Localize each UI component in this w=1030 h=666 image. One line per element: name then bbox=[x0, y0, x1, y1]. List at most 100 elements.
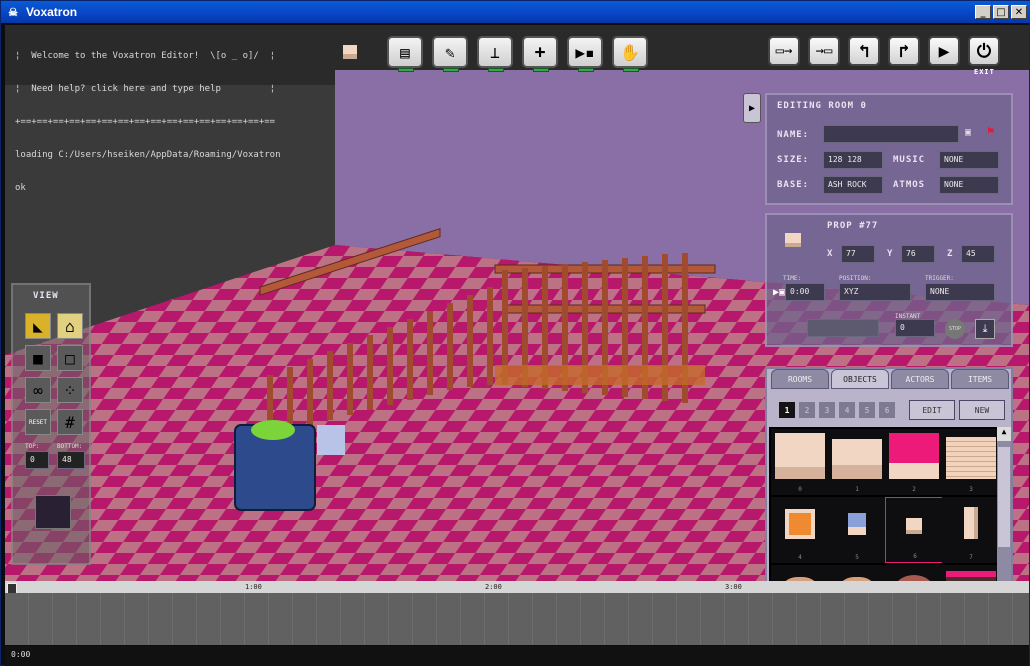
stop-button[interactable]: STOP bbox=[945, 319, 965, 339]
object-cell-selected[interactable]: 6 bbox=[885, 497, 943, 563]
reset-button[interactable]: RESET bbox=[25, 409, 51, 435]
x-field[interactable]: 77 bbox=[841, 245, 875, 263]
color-swatch[interactable] bbox=[343, 45, 357, 59]
pencil-tool-button[interactable]: ✎ bbox=[432, 36, 468, 72]
load-button[interactable]: →▭ bbox=[808, 36, 840, 66]
close-button[interactable]: ✕ bbox=[1011, 5, 1027, 19]
camera-tool-button[interactable]: ▶▪ bbox=[567, 36, 603, 72]
page-1-button[interactable]: 1 bbox=[779, 402, 795, 418]
room-name-field[interactable] bbox=[823, 125, 959, 143]
tab-rooms[interactable]: ROOMS bbox=[771, 369, 829, 389]
timeline-ruler[interactable]: 1:00 2:00 3:00 bbox=[5, 581, 1029, 593]
maximize-button[interactable]: □ bbox=[993, 5, 1009, 19]
page-4-button[interactable]: 4 bbox=[839, 402, 855, 418]
tool-indicator bbox=[623, 68, 639, 72]
layers-tool-button[interactable]: ▤ bbox=[387, 36, 423, 72]
room-panel-title: EDITING ROOM 0 bbox=[777, 101, 867, 111]
camera-icon: ▶▣ bbox=[773, 287, 786, 298]
download-button[interactable]: ⤓ bbox=[975, 319, 995, 339]
console-output[interactable]: ¦ Welcome to the Voxatron Editor! \[o _ … bbox=[15, 29, 281, 216]
object-cell[interactable]: 7 bbox=[942, 497, 997, 563]
exit-button[interactable]: ⏻ bbox=[968, 36, 1000, 66]
object-cell[interactable]: 9 bbox=[828, 565, 886, 581]
exit-label: EXIT bbox=[974, 68, 995, 76]
y-field[interactable]: 76 bbox=[901, 245, 935, 263]
console-line[interactable]: ¦ Need help? click here and type help ¦ bbox=[15, 84, 281, 95]
instant-field[interactable]: 0 bbox=[895, 319, 935, 337]
timeline-slot[interactable] bbox=[807, 319, 879, 337]
trigger-field[interactable]: NONE bbox=[925, 283, 995, 301]
undo-button[interactable]: ↰ bbox=[848, 36, 880, 66]
cube-wire-icon[interactable]: □ bbox=[57, 345, 83, 371]
3d-viewport[interactable]: ¦ Welcome to the Voxatron Editor! \[o _ … bbox=[5, 25, 1029, 581]
object-cell[interactable]: 11 bbox=[942, 565, 997, 581]
trigger-label: TRIGGER: bbox=[925, 275, 954, 282]
object-cell[interactable]: 5 bbox=[828, 497, 886, 563]
music-field[interactable]: NONE bbox=[939, 151, 999, 169]
position-field[interactable]: XYZ bbox=[839, 283, 911, 301]
tab-objects[interactable]: OBJECTS bbox=[831, 369, 889, 389]
view-preview[interactable] bbox=[35, 495, 71, 529]
timeline-track[interactable] bbox=[5, 593, 1029, 645]
object-cell[interactable]: 10 bbox=[885, 565, 943, 581]
tool-indicator bbox=[578, 68, 594, 72]
object-cell[interactable]: 4 bbox=[771, 497, 829, 563]
flag-icon[interactable]: ⚑ bbox=[987, 124, 994, 138]
hand-tool-button[interactable]: ✋ bbox=[612, 36, 648, 72]
object-id: 2 bbox=[912, 486, 916, 493]
camera-icon[interactable]: ▣ bbox=[965, 127, 971, 138]
object-cell[interactable]: 2 bbox=[885, 429, 943, 495]
scroll-thumb[interactable] bbox=[998, 447, 1010, 547]
room-panel: EDITING ROOM 0 NAME: ▣ ⚑ SIZE: 128 128 M… bbox=[765, 93, 1013, 205]
base-field[interactable]: ASH ROCK bbox=[823, 176, 883, 194]
edit-button[interactable]: EDIT bbox=[909, 400, 955, 420]
camera-icon: ▶▪ bbox=[575, 42, 595, 62]
tab-items[interactable]: ITEMS bbox=[951, 369, 1009, 389]
object-cell[interactable]: 1 bbox=[828, 429, 886, 495]
time-field[interactable]: 0:00 bbox=[785, 283, 825, 301]
play-button[interactable]: ▶ bbox=[928, 36, 960, 66]
status-time: 0:00 bbox=[11, 650, 31, 659]
object-scrollbar[interactable]: ▲ ▼ bbox=[997, 427, 1011, 581]
page-2-button[interactable]: 2 bbox=[799, 402, 815, 418]
grid-icon[interactable]: # bbox=[57, 409, 83, 435]
page-5-button[interactable]: 5 bbox=[859, 402, 875, 418]
scroll-up-button[interactable]: ▲ bbox=[997, 427, 1011, 441]
timeline[interactable]: 1:00 2:00 3:00 bbox=[5, 581, 1029, 645]
tab-actors[interactable]: ACTORS bbox=[891, 369, 949, 389]
cube-solid-icon[interactable]: ■ bbox=[25, 345, 51, 371]
object-swatch bbox=[889, 433, 939, 479]
top-label: TOP: bbox=[25, 443, 40, 450]
new-button[interactable]: NEW bbox=[959, 400, 1005, 420]
add-tool-button[interactable]: + bbox=[522, 36, 558, 72]
stamp-icon: ⊥ bbox=[490, 42, 500, 62]
object-cell[interactable]: 0 bbox=[771, 429, 829, 495]
grid-dots-icon[interactable]: ⁘ bbox=[57, 377, 83, 403]
page-3-button[interactable]: 3 bbox=[819, 402, 835, 418]
camera-perspective-icon[interactable]: ◣ bbox=[25, 313, 51, 339]
object-grid: 0 1 2 3 4 5 6 7 8 9 10 11 bbox=[769, 427, 997, 581]
tool-indicator bbox=[533, 68, 549, 72]
tool-indicator bbox=[443, 68, 459, 72]
stamp-tool-button[interactable]: ⊥ bbox=[477, 36, 513, 72]
camera-front-icon[interactable]: ⌂ bbox=[57, 313, 83, 339]
page-6-button[interactable]: 6 bbox=[879, 402, 895, 418]
object-swatch bbox=[946, 437, 996, 479]
object-id: 6 bbox=[913, 553, 917, 560]
size-field[interactable]: 128 128 bbox=[823, 151, 883, 169]
top-field[interactable]: 0 bbox=[25, 451, 49, 469]
save-button[interactable]: ▭→ bbox=[768, 36, 800, 66]
objects-panel: ROOMS OBJECTS ACTORS ITEMS 1 2 3 4 5 6 E… bbox=[765, 367, 1013, 581]
redo-button[interactable]: ↱ bbox=[888, 36, 920, 66]
link-icon[interactable]: ∞ bbox=[25, 377, 51, 403]
z-field[interactable]: 45 bbox=[961, 245, 995, 263]
size-label: SIZE: bbox=[777, 155, 810, 165]
object-cell[interactable]: 8 bbox=[771, 565, 829, 581]
minimize-button[interactable]: _ bbox=[975, 5, 991, 19]
collapse-panel-button[interactable]: ▶ bbox=[743, 93, 761, 123]
object-id: 7 bbox=[969, 554, 973, 561]
object-swatch bbox=[848, 513, 866, 535]
bottom-field[interactable]: 48 bbox=[57, 451, 85, 469]
atmos-field[interactable]: NONE bbox=[939, 176, 999, 194]
object-cell[interactable]: 3 bbox=[942, 429, 997, 495]
